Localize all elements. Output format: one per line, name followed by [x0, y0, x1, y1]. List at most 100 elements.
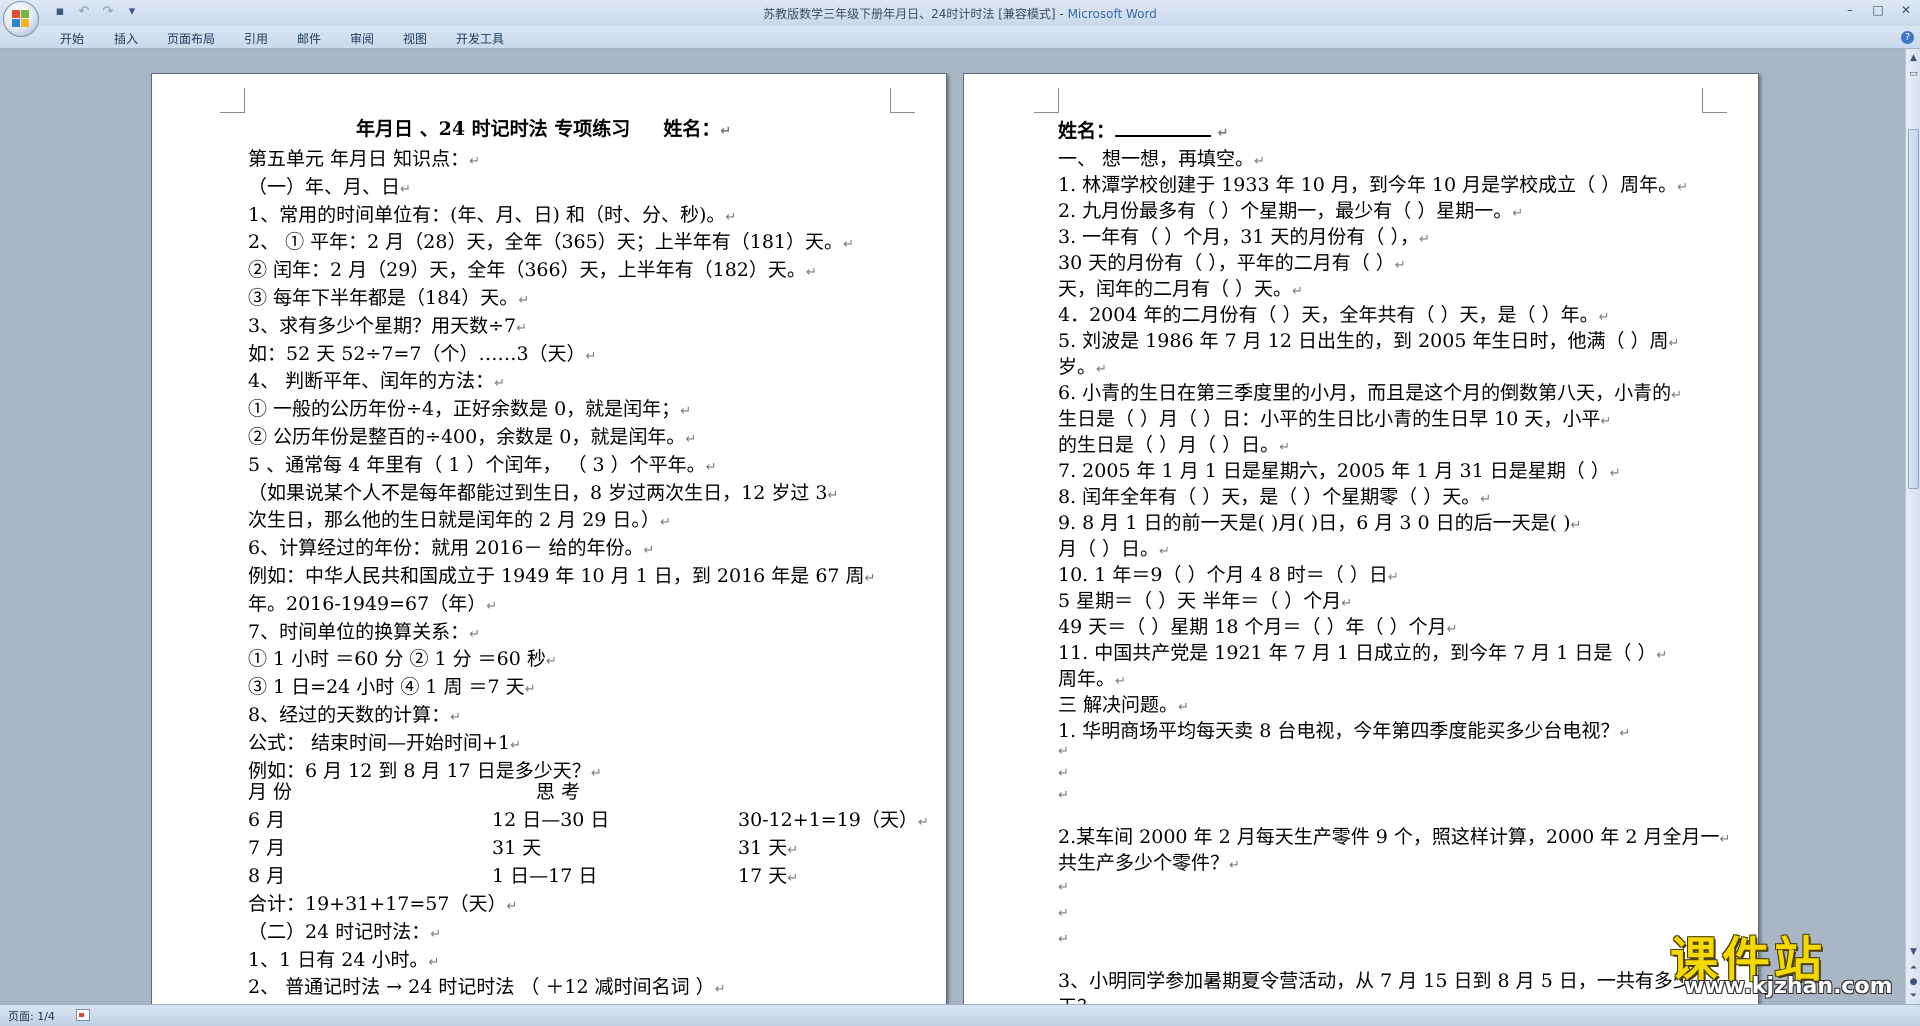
paragraph-mark: ↵: [705, 459, 717, 475]
paragraph-mark: ↵: [685, 432, 697, 447]
table-cell-text: 6 月: [248, 809, 286, 831]
right-text-line-text: 4．2004 年的二月份有（ ）天，全年共有（ ）天，是（ ）年。: [1058, 304, 1599, 326]
paragraph-mark: ↵: [917, 815, 929, 830]
vertical-scrollbar[interactable]: ▲ ▭ ▼ ⏶ ● ⏷: [1905, 49, 1920, 1004]
paragraph-mark: ↵: [659, 515, 671, 531]
title-bar: 苏教版数学三年级下册年月日、24时计时法 [兼容模式] - Microsoft …: [0, 0, 1920, 26]
right-text-line: ↵: [1058, 926, 1069, 948]
left-text-line: 如：52 天 52÷7=7（个）……3（天）↵: [248, 339, 596, 366]
paragraph-mark: ↵: [643, 543, 655, 559]
tab-insert[interactable]: 插入: [114, 30, 138, 47]
paragraph-mark: ↵: [1671, 388, 1683, 403]
left-text-line: 第五单元 年月日 知识点：↵: [248, 144, 480, 171]
paragraph-mark: ↵: [827, 487, 839, 503]
left-text-line: ③ 1 日=24 小时 ④ 1 周 ＝7 天↵: [248, 672, 536, 699]
left-text-line: 4、 判断平年、闰年的方法：↵: [248, 366, 505, 393]
paragraph-mark: ↵: [1159, 544, 1170, 559]
paragraph-mark: ↵: [843, 237, 854, 253]
right-text-line: 7. 2005 年 1 月 1 日是星期六，2005 年 1 月 31 日是星期…: [1058, 456, 1621, 483]
right-text-line-text: 8. 闰年全年有（ ）天，是（ ）个星期零（ ）天。: [1058, 486, 1481, 508]
tab-developer[interactable]: 开发工具: [456, 30, 504, 47]
left-text-line-text: 4、 判断平年、闰年的方法：: [248, 370, 495, 393]
left-page[interactable]: 年月日 、24 时记时法 专项练习 姓名：↵ 第五单元 年月日 知识点：↵ （一）…: [151, 73, 947, 1004]
maximize-button[interactable]: □: [1864, 0, 1892, 20]
undo-icon[interactable]: ↶: [76, 4, 92, 20]
right-text-line-text: 5. 刘波是 1986 年 7 月 12 日出生的，到 2005 年生日时，他满…: [1058, 330, 1669, 352]
paragraph-mark: ↵: [1387, 570, 1399, 585]
browse-object-icon[interactable]: ●: [1907, 975, 1920, 989]
right-text-line-text: 天？: [1058, 996, 1096, 1004]
right-text-line-text: 2.某车间 2000 年 2 月每天生产零件 9 个，照这样计算，2000 年 …: [1058, 826, 1720, 848]
page-indicator[interactable]: 页面: 1/4: [8, 1008, 55, 1024]
ruler-toggle-icon[interactable]: ▭: [1907, 67, 1920, 81]
paragraph-mark: ↵: [1292, 284, 1303, 299]
left-text-line-text: 第五单元 年月日 知识点：: [248, 148, 470, 170]
office-logo-icon: [12, 10, 30, 28]
customize-icon[interactable]: ▾: [124, 4, 140, 20]
help-icon[interactable]: ?: [1901, 31, 1914, 44]
minimize-button[interactable]: –: [1836, 0, 1864, 20]
left-text-line: 例如：中华人民共和国成立于 1949 年 10 月 1 日，到 2016 年是 …: [248, 561, 875, 588]
tab-page-layout[interactable]: 页面布局: [167, 30, 215, 47]
paragraph-mark: ↵: [1229, 858, 1240, 873]
table-cell: 7 月: [248, 833, 285, 860]
scroll-up-icon[interactable]: ▲: [1907, 51, 1920, 65]
app-name: Microsoft Word: [1063, 7, 1157, 21]
paragraph-mark: ↵: [1115, 674, 1126, 689]
paragraph-mark: ↵: [1418, 232, 1430, 247]
tab-view[interactable]: 视图: [403, 30, 427, 47]
left-text-line-text: 1、1 日有 24 小时。: [248, 948, 429, 971]
left-text-line-text: 合计：19+31+17=57（天）: [248, 893, 507, 915]
office-button[interactable]: [3, 1, 39, 37]
paragraph-mark: ↵: [585, 348, 597, 364]
left-text-line-text: 年。2016-1949=67（年）: [248, 592, 487, 615]
table-cell-text: 31 天: [738, 836, 788, 859]
document-title: 苏教版数学三年级下册年月日、24时计时法 [兼容模式] -: [763, 7, 1064, 21]
save-icon[interactable]: ▪: [52, 4, 68, 20]
left-text-line: ① 1 小时 ＝60 分 ② 1 分 ＝60 秒↵: [248, 644, 557, 671]
tab-review[interactable]: 审阅: [350, 30, 374, 47]
name-blank: [1115, 121, 1212, 137]
previous-page-icon[interactable]: ⏶: [1907, 961, 1920, 975]
left-text-line-text: 8、经过的天数的计算：: [248, 704, 451, 726]
paragraph-mark: ↵: [1609, 466, 1621, 481]
right-text-line: 3、小明同学参加暑期夏令营活动，从 7 月 15 日到 8 月 5 日，一共有多…: [1058, 966, 1703, 993]
tab-mailings[interactable]: 邮件: [297, 30, 321, 47]
right-text-line: 的生日是（ ）月（ ）日。↵: [1058, 430, 1290, 457]
tab-home[interactable]: 开始: [60, 30, 84, 47]
table-cell-text: 12 日—30 日: [492, 809, 610, 831]
window-controls: – □ ✕: [1836, 0, 1920, 20]
left-text-line-text: ③ 每年下半年都是（184）天。: [248, 287, 519, 309]
left-text-line: 2、 ① 平年：2 月（28）天，全年（365）天；上半年有（181）天。↵: [248, 227, 854, 254]
paragraph-mark: ↵: [1600, 414, 1612, 429]
close-button[interactable]: ✕: [1892, 0, 1920, 20]
paragraph-mark: ↵: [486, 598, 498, 614]
scroll-thumb[interactable]: [1908, 129, 1919, 489]
left-text-line: ③ 每年下半年都是（184）天。↵: [248, 283, 529, 310]
right-text-line: ↵: [1058, 782, 1069, 804]
right-text-line: 5. 刘波是 1986 年 7 月 12 日出生的，到 2005 年生日时，他满…: [1058, 326, 1679, 353]
scroll-down-icon[interactable]: ▼: [1907, 945, 1920, 959]
left-text-line: （二）24 时记时法：↵: [248, 917, 441, 944]
redo-icon[interactable]: ↷: [100, 4, 116, 20]
paragraph-mark: ↵: [1668, 336, 1680, 351]
right-page[interactable]: 姓名： ↵ 一、 想一想，再填空。↵ 1. 林潭学校创建于 1933 年 10 月…: [963, 73, 1759, 1004]
left-text-line: 年。2016-1949=67（年）↵: [248, 589, 497, 616]
right-text-line: 6. 小青的生日在第三季度里的小月，而且是这个月的倒数第八天，小青的↵: [1058, 378, 1682, 405]
left-text-line-text: ① 1 小时 ＝60 分 ② 1 分 ＝60 秒: [248, 648, 546, 671]
proofing-icon[interactable]: [76, 1009, 90, 1021]
right-text-line-text: 的生日是（ ）月（ ）日。: [1058, 434, 1280, 456]
paragraph-mark: ↵: [680, 404, 692, 420]
right-text-line: 生日是（ ）月（ ）日：小平的生日比小青的生日早 10 天，小平↵: [1058, 404, 1611, 431]
right-text-line: 4．2004 年的二月份有（ ）天，全年共有（ ）天，是（ ）年。↵: [1058, 300, 1610, 327]
next-page-icon[interactable]: ⏷: [1907, 989, 1920, 1003]
left-text-line: ① 一般的公历年份÷4，正好余数是 0，就是闰年；↵: [248, 394, 691, 421]
tab-references[interactable]: 引用: [244, 30, 268, 47]
table-cell-text: 17 天: [738, 864, 788, 887]
left-text-line: 合计：19+31+17=57（天）↵: [248, 889, 517, 916]
paragraph-mark: ↵: [1598, 310, 1610, 325]
left-text-line: 8、经过的天数的计算：↵: [248, 700, 461, 727]
crop-mark: [1034, 88, 1059, 113]
paragraph-mark: ↵: [1058, 744, 1069, 759]
right-text-line: 8. 闰年全年有（ ）天，是（ ）个星期零（ ）天。↵: [1058, 482, 1491, 509]
